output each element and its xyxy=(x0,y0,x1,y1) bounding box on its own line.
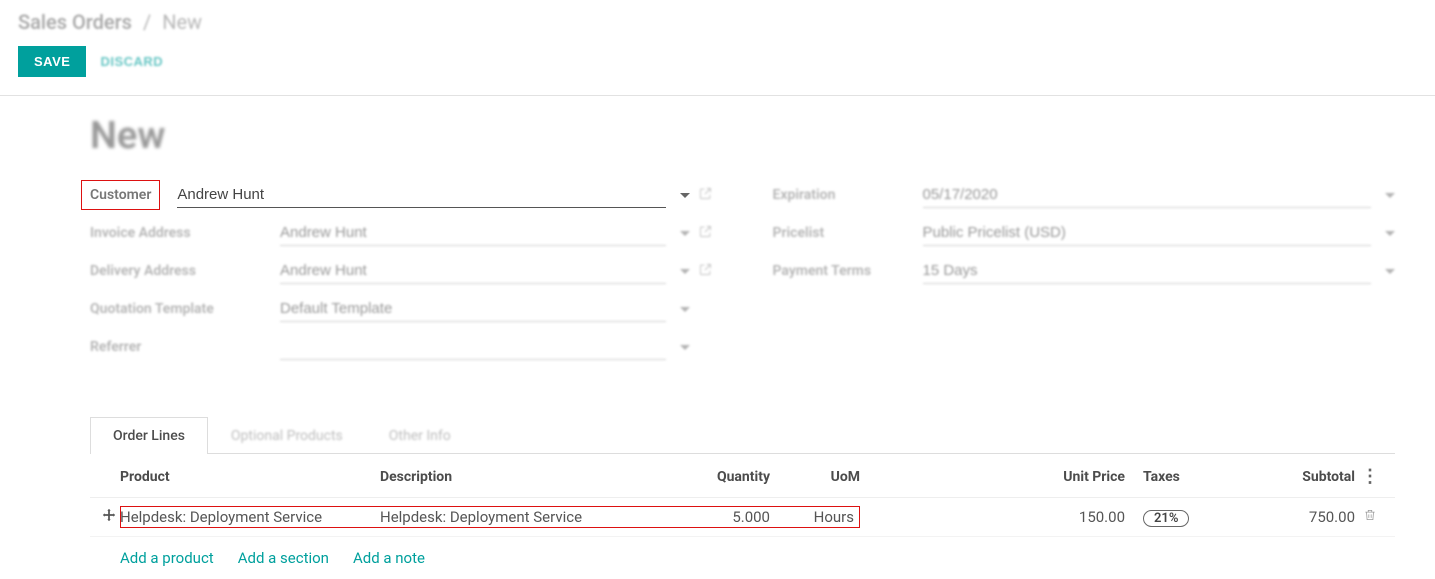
payment-terms-label: Payment Terms xyxy=(773,263,923,279)
customer-input[interactable] xyxy=(177,182,665,208)
kebab-icon[interactable]: ⋮ xyxy=(1361,466,1379,487)
add-row: Add a product Add a section Add a note xyxy=(90,537,1395,579)
col-quantity: Quantity xyxy=(670,469,770,485)
external-link-icon[interactable] xyxy=(698,224,713,243)
external-link-icon[interactable] xyxy=(698,262,713,281)
cell-uom[interactable]: Hours xyxy=(780,508,860,526)
invoice-address-label: Invoice Address xyxy=(90,225,280,241)
page-title: New xyxy=(90,114,1395,158)
breadcrumb-current: New xyxy=(162,10,202,34)
col-unit-price: Unit Price xyxy=(1015,469,1125,485)
tax-badge[interactable]: 21% xyxy=(1143,510,1189,527)
referrer-input[interactable] xyxy=(280,334,666,360)
col-description: Description xyxy=(380,469,670,485)
delivery-address-input[interactable] xyxy=(280,258,666,284)
expiration-label: Expiration xyxy=(773,187,923,203)
save-button[interactable]: SAVE xyxy=(18,46,86,77)
pricelist-input[interactable] xyxy=(923,220,1372,246)
chevron-down-icon[interactable] xyxy=(1385,269,1395,274)
table-header: Product Description Quantity UoM Unit Pr… xyxy=(90,454,1395,498)
cell-description[interactable]: Helpdesk: Deployment Service xyxy=(380,508,670,526)
breadcrumb: Sales Orders / New xyxy=(18,10,1417,34)
chevron-down-icon[interactable] xyxy=(680,307,690,312)
chevron-down-icon[interactable] xyxy=(680,193,690,198)
add-product-link[interactable]: Add a product xyxy=(120,549,214,567)
external-link-icon[interactable] xyxy=(698,186,713,205)
drag-handle-icon[interactable] xyxy=(98,508,120,526)
tabs: Order Lines Optional Products Other Info xyxy=(90,416,1395,454)
chevron-down-icon[interactable] xyxy=(1385,231,1395,236)
payment-terms-input[interactable] xyxy=(923,258,1372,284)
cell-quantity[interactable]: 5.000 xyxy=(670,508,770,526)
add-note-link[interactable]: Add a note xyxy=(353,549,425,567)
col-uom: UoM xyxy=(780,469,860,485)
customer-label: Customer xyxy=(84,183,157,207)
pricelist-label: Pricelist xyxy=(773,225,923,241)
tab-optional-products[interactable]: Optional Products xyxy=(208,417,366,454)
trash-icon[interactable] xyxy=(1363,509,1377,527)
chevron-down-icon[interactable] xyxy=(680,231,690,236)
chevron-down-icon[interactable] xyxy=(1385,193,1395,198)
tab-other-info[interactable]: Other Info xyxy=(366,417,474,454)
quotation-template-input[interactable] xyxy=(280,296,666,322)
col-subtotal: Subtotal xyxy=(1235,469,1355,485)
referrer-label: Referrer xyxy=(90,339,280,355)
delivery-address-label: Delivery Address xyxy=(90,263,280,279)
table-row[interactable]: Helpdesk: Deployment Service Helpdesk: D… xyxy=(90,498,1395,537)
quotation-template-label: Quotation Template xyxy=(90,301,280,317)
cell-taxes[interactable]: 21% xyxy=(1125,508,1235,527)
discard-button[interactable]: DISCARD xyxy=(100,54,163,69)
add-section-link[interactable]: Add a section xyxy=(238,549,329,567)
cell-product[interactable]: Helpdesk: Deployment Service xyxy=(120,508,380,526)
chevron-down-icon[interactable] xyxy=(680,345,690,350)
breadcrumb-root[interactable]: Sales Orders xyxy=(18,10,132,34)
tab-order-lines[interactable]: Order Lines xyxy=(90,417,208,454)
cell-unit-price[interactable]: 150.00 xyxy=(1015,508,1125,526)
col-taxes: Taxes xyxy=(1125,469,1235,485)
col-product: Product xyxy=(120,469,380,485)
chevron-down-icon[interactable] xyxy=(680,269,690,274)
invoice-address-input[interactable] xyxy=(280,220,666,246)
expiration-input[interactable] xyxy=(923,182,1372,208)
cell-subtotal: 750.00 xyxy=(1235,508,1355,526)
